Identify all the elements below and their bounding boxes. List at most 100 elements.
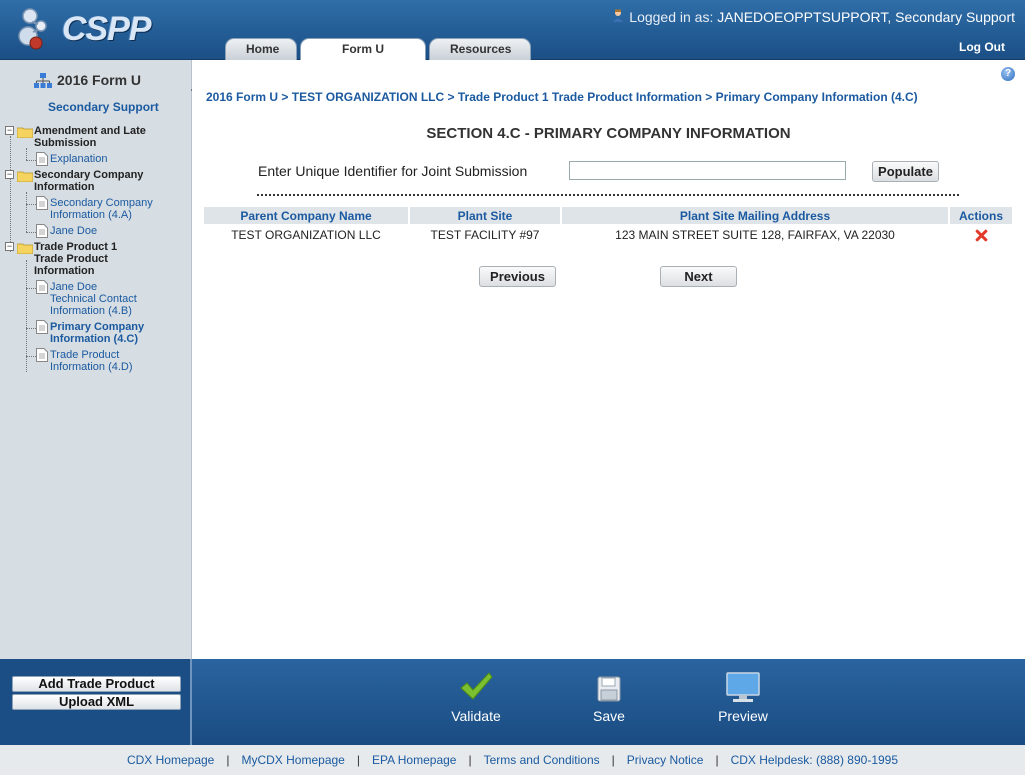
tree-expander-amendment[interactable]: − xyxy=(5,126,14,135)
logo-text: CSPP xyxy=(62,10,152,48)
monitor-icon xyxy=(726,672,760,702)
breadcrumb-item[interactable]: 2016 Form U xyxy=(206,90,278,104)
tree-connector xyxy=(26,328,36,329)
help-icon[interactable]: ? xyxy=(1001,67,1015,81)
logout-link[interactable]: Log Out xyxy=(959,40,1005,54)
footer-link-epa-homepage[interactable]: EPA Homepage xyxy=(372,753,457,767)
tree-expander-secondary[interactable]: − xyxy=(5,170,14,179)
folder-icon xyxy=(17,127,33,138)
footer-link-mycdx-homepage[interactable]: MyCDX Homepage xyxy=(241,753,344,767)
tree-node-secondary-company-info[interactable]: Secondary Company Information (4.A) xyxy=(50,197,153,221)
save-label: Save xyxy=(593,708,625,724)
tree-node-label: Primary Company xyxy=(50,321,145,333)
document-icon xyxy=(36,280,48,294)
action-bar: Add Trade Product Upload XML Validate Sa… xyxy=(0,659,1025,745)
breadcrumb-item[interactable]: Trade Product 1 Trade Product Informatio… xyxy=(458,90,702,104)
checkmark-icon xyxy=(460,672,493,700)
tab-home[interactable]: Home xyxy=(225,38,297,60)
tree-node-label: Amendment and Late xyxy=(34,125,146,137)
column-header[interactable]: Parent Company Name xyxy=(204,207,408,224)
divider xyxy=(257,194,959,196)
document-icon xyxy=(36,196,48,210)
breadcrumb-separator: > xyxy=(447,90,455,104)
validate-label: Validate xyxy=(451,708,501,724)
footer-link-helpdesk[interactable]: CDX Helpdesk: (888) 890-1995 xyxy=(731,753,898,767)
breadcrumb-item-current: Primary Company Information (4.C) xyxy=(715,90,918,104)
populate-button[interactable]: Populate xyxy=(872,161,939,182)
floppy-disk-icon xyxy=(597,676,621,702)
tree-node-label: Trade Product xyxy=(34,253,108,265)
column-header[interactable]: Plant Site xyxy=(410,207,560,224)
tree-node-jane-doe[interactable]: Jane Doe xyxy=(50,225,97,237)
sidebar-actions: Add Trade Product Upload XML xyxy=(0,659,192,745)
user-icon xyxy=(613,9,624,22)
document-icon xyxy=(36,348,48,362)
tree-node-label: Information xyxy=(34,181,95,193)
footer-link-terms[interactable]: Terms and Conditions xyxy=(484,753,600,767)
footer-separator: | xyxy=(611,753,615,767)
tree-node-explanation[interactable]: Explanation xyxy=(50,153,108,165)
tree-node-label: Trade Product xyxy=(50,349,120,361)
tree-node-label: Technical Contact xyxy=(50,293,137,305)
tree-node-amendment[interactable]: Amendment and Late Submission xyxy=(34,125,146,149)
footer-link-cdx-homepage[interactable]: CDX Homepage xyxy=(127,753,214,767)
tree-node-trade-product-info[interactable]: Trade Product Information (4.D) xyxy=(50,349,133,373)
document-icon xyxy=(36,320,48,334)
table-cell: 123 MAIN STREET SUITE 128, FAIRFAX, VA 2… xyxy=(615,228,895,242)
document-icon xyxy=(36,152,48,166)
folder-icon xyxy=(17,171,33,182)
tree-connector xyxy=(10,136,11,252)
app-header: CSPP Logged in as: JANEDOEOPPTSUPPORT, S… xyxy=(0,0,1025,77)
tree-node-secondary-company[interactable]: Secondary Company Information xyxy=(34,169,143,193)
cspp-logo[interactable]: CSPP xyxy=(14,6,154,54)
table-cell: TEST ORGANIZATION LLC xyxy=(231,228,381,242)
logged-in-label: Logged in as: xyxy=(629,9,714,25)
preview-label: Preview xyxy=(718,708,768,724)
footer-separator: | xyxy=(226,753,230,767)
logged-in-user: Logged in as: JANEDOEOPPTSUPPORT, Second… xyxy=(611,9,1015,25)
sitemap-icon xyxy=(34,73,52,88)
column-header: Actions xyxy=(950,207,1012,224)
tab-form-u-access[interactable]: Form U Access xyxy=(300,38,426,77)
tree-node-label: Information (4.B) xyxy=(50,305,132,317)
document-icon xyxy=(36,224,48,238)
tree-node-label: Information xyxy=(34,265,95,277)
previous-button[interactable]: Previous xyxy=(479,266,556,287)
delete-icon[interactable] xyxy=(975,229,988,242)
table-cell: TEST FACILITY #97 xyxy=(430,228,540,242)
tree-connector xyxy=(26,356,36,357)
tree-connector xyxy=(26,232,36,233)
sidebar: 2016 Form U Secondary Support − Amendmen… xyxy=(0,60,192,659)
tree-expander-trade-product[interactable]: − xyxy=(5,242,14,251)
unique-identifier-input[interactable] xyxy=(569,161,846,180)
tab-resources[interactable]: Resources xyxy=(429,38,531,60)
tree-node-technical-contact[interactable]: Jane Doe Technical Contact Information (… xyxy=(50,281,137,317)
cspp-logo-icon xyxy=(18,8,47,50)
tree-node-label: Jane Doe xyxy=(50,281,98,293)
main-content: ? 2016 Form U > TEST ORGANIZATION LLC > … xyxy=(192,60,1025,659)
next-button[interactable]: Next xyxy=(660,266,737,287)
footer-separator: | xyxy=(715,753,719,767)
table-cell-actions xyxy=(950,224,1012,246)
tree-node-label: Secondary Company xyxy=(34,169,144,181)
tree-connector xyxy=(26,148,27,160)
upload-xml-button[interactable]: Upload XML xyxy=(12,694,181,710)
footer-link-privacy[interactable]: Privacy Notice xyxy=(627,753,704,767)
footer-separator: | xyxy=(468,753,472,767)
sidebar-title: 2016 Form U xyxy=(57,72,142,88)
tree-node-label: Information (4.A) xyxy=(50,209,132,221)
add-trade-product-button[interactable]: Add Trade Product xyxy=(12,676,181,692)
tree-node-label: Secondary Company xyxy=(50,197,153,209)
tree-connector xyxy=(26,288,36,289)
tree-node-label: Submission xyxy=(34,137,97,149)
breadcrumb-item[interactable]: TEST ORGANIZATION LLC xyxy=(292,90,444,104)
tree-node-primary-company[interactable]: Primary Company Information (4.C) xyxy=(50,321,144,345)
table-row: TEST ORGANIZATION LLC TEST FACILITY #97 … xyxy=(204,224,1012,246)
breadcrumb-separator: > xyxy=(281,90,289,104)
column-header[interactable]: Plant Site Mailing Address xyxy=(562,207,948,224)
unique-identifier-label: Enter Unique Identifier for Joint Submis… xyxy=(258,163,528,179)
tree-connector xyxy=(26,160,36,161)
footer-separator: | xyxy=(356,753,360,767)
footer-links: CDX Homepage | MyCDX Homepage | EPA Homepage… xyxy=(0,745,1025,775)
tree-node-trade-product[interactable]: Trade Product 1 Trade Product Informatio… xyxy=(34,241,117,277)
